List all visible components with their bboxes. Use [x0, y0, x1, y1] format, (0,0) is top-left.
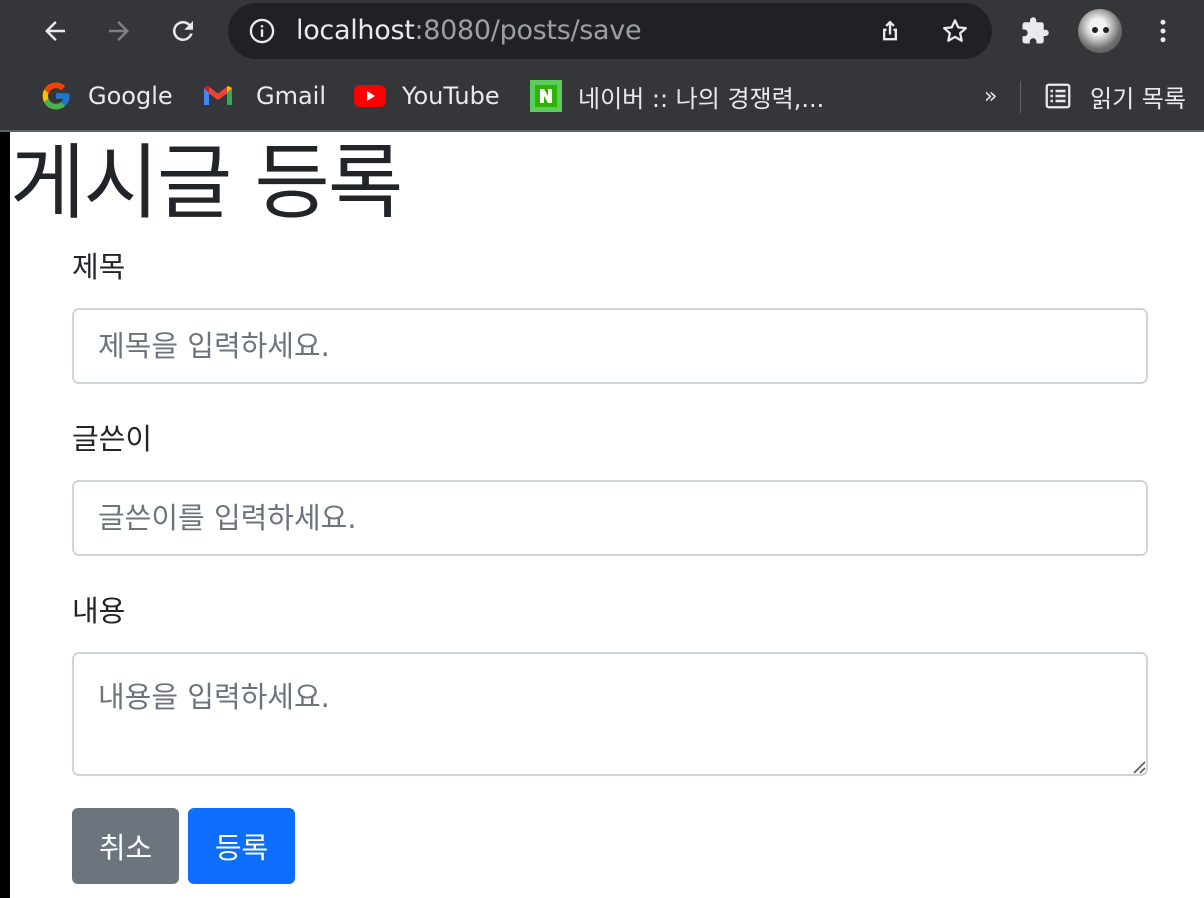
reading-list-label: 읽기 목록 [1090, 84, 1186, 113]
bookmark-label: 네이버 :: 나의 경쟁력,... [578, 84, 825, 113]
bookmarks-bar: Google Gmail YouTube 네이버 :: 나의 경쟁력,... » [0, 62, 1204, 130]
url-path: :8080/posts/save [414, 15, 642, 46]
bookmark-label: Google [88, 82, 173, 110]
bookmark-naver[interactable]: 네이버 :: 나의 경쟁력,... [530, 62, 824, 130]
content-label: 내용 [72, 594, 126, 628]
resize-grip-icon[interactable] [1128, 756, 1146, 774]
page-content: 게시글 등록 제목 글쓴이 내용 취소 등록 [10, 132, 1204, 898]
extensions-button[interactable] [1016, 12, 1054, 50]
naver-icon [530, 80, 562, 112]
overflow-label: » [984, 83, 998, 109]
url-text[interactable]: localhost:8080/posts/save [296, 15, 642, 46]
share-icon[interactable] [875, 16, 905, 46]
title-label: 제목 [72, 250, 126, 284]
bookmark-google[interactable]: Google [40, 62, 173, 130]
save-button[interactable]: 등록 [188, 808, 295, 884]
bookmarks-overflow-button[interactable]: » [984, 62, 997, 130]
reading-list-icon [1042, 80, 1074, 112]
bookmark-youtube[interactable]: YouTube [354, 62, 500, 130]
star-icon[interactable] [940, 16, 970, 46]
title-input[interactable] [72, 308, 1148, 384]
author-label: 글쓴이 [72, 422, 153, 456]
page-title: 게시글 등록 [10, 136, 403, 231]
author-input[interactable] [72, 480, 1148, 556]
bookmark-label: Gmail [256, 82, 327, 110]
kebab-menu-icon [1160, 19, 1166, 43]
google-icon [40, 80, 72, 112]
reload-button[interactable] [164, 12, 202, 50]
back-button[interactable] [36, 12, 74, 50]
gmail-icon [202, 80, 234, 112]
reading-list-button[interactable]: 읽기 목록 [1042, 62, 1186, 130]
content-textarea[interactable] [72, 652, 1148, 776]
browser-toolbar: localhost:8080/posts/save [0, 0, 1204, 62]
bookmark-gmail[interactable]: Gmail [202, 62, 326, 130]
info-icon[interactable] [248, 17, 276, 45]
menu-button[interactable] [1144, 12, 1182, 50]
profile-avatar[interactable] [1078, 9, 1122, 53]
arrow-left-icon [45, 21, 65, 41]
bookmarks-divider [1020, 81, 1021, 113]
bookmark-label: YouTube [402, 82, 500, 110]
arrow-right-icon [109, 21, 129, 41]
forward-button[interactable] [100, 12, 138, 50]
puzzle-icon [1022, 17, 1049, 44]
youtube-icon [354, 80, 386, 112]
url-host: localhost [296, 15, 415, 46]
address-bar[interactable]: localhost:8080/posts/save [228, 3, 992, 59]
cancel-button[interactable]: 취소 [72, 808, 179, 884]
reload-icon [172, 20, 193, 41]
